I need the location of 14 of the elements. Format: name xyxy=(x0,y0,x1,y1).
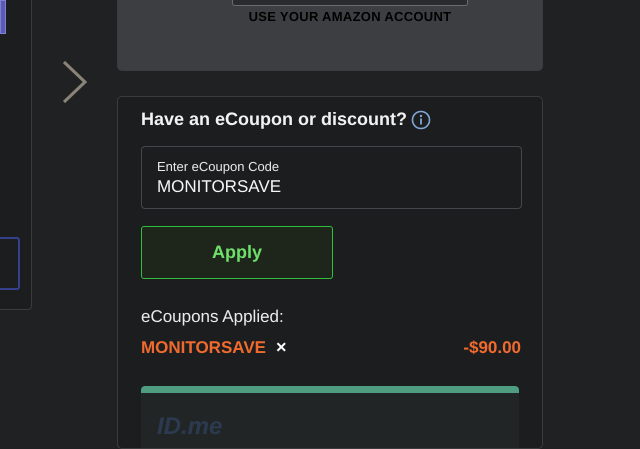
apply-button[interactable]: Apply xyxy=(141,226,333,279)
coupon-code: MONITORSAVE xyxy=(141,338,266,358)
coupon-field[interactable]: Enter eCoupon Code MONITORSAVE xyxy=(141,146,522,209)
applied-label: eCoupons Applied: xyxy=(141,307,285,327)
field-label: Enter eCoupon Code xyxy=(157,159,280,174)
amazon-caption: USE YOUR AMAZON ACCOUNT xyxy=(248,9,452,24)
thumbnail[interactable] xyxy=(0,0,6,34)
remove-button[interactable]: × xyxy=(274,337,289,358)
info-icon[interactable] xyxy=(411,110,432,130)
option-card[interactable] xyxy=(0,237,20,290)
coupon-title: Have an eCoupon or discount? xyxy=(141,109,408,130)
chevron-right-icon[interactable] xyxy=(62,60,88,104)
discount-amount: -$90.00 xyxy=(463,338,521,358)
coupon-input[interactable]: MONITORSAVE xyxy=(157,177,506,197)
